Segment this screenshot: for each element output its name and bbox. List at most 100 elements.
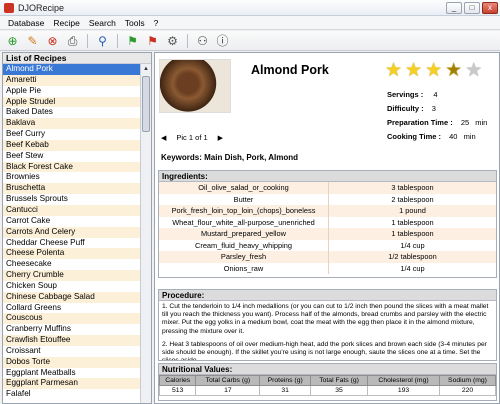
recipe-list-item[interactable]: Brownies: [3, 172, 141, 183]
delete-recipe-button[interactable]: ⊗: [44, 33, 61, 49]
recipe-list-item[interactable]: Cherry Crumble: [3, 270, 141, 281]
window-controls: _ □ x: [446, 2, 498, 14]
nutrition-value: 17: [195, 385, 261, 396]
scroll-up-icon[interactable]: ▲: [141, 64, 151, 74]
nutrition-value: 220: [438, 385, 496, 396]
nutrition-header: Nutritional Values:: [159, 364, 496, 375]
star-icon[interactable]: ★: [465, 61, 482, 81]
next-picture-icon[interactable]: ▶: [218, 134, 223, 142]
nutrition-value: 193: [367, 385, 440, 396]
recipe-list-scrollbar[interactable]: ▲: [140, 64, 151, 403]
add-category-button[interactable]: ⚑: [124, 33, 141, 49]
recipe-list-item[interactable]: Apple Pie: [3, 86, 141, 97]
cook-time-value: 40: [449, 132, 458, 141]
nutrition-value: 31: [259, 385, 312, 396]
recipe-list-item[interactable]: Amaretti: [3, 74, 141, 86]
recipe-list-item[interactable]: Falafel: [3, 389, 141, 400]
recipe-list-item[interactable]: Chicken Soup: [3, 281, 141, 292]
star-icon[interactable]: ★: [405, 61, 422, 81]
recipe-list-item[interactable]: Baked Dates: [3, 107, 141, 118]
recipe-list-item[interactable]: Cheesecake: [3, 259, 141, 270]
recipe-list-item[interactable]: Croissant: [3, 346, 141, 357]
maximize-button[interactable]: □: [464, 2, 480, 14]
category-settings-icon: ⚙: [167, 33, 178, 48]
star-icon[interactable]: ★: [385, 61, 402, 81]
menu-recipe[interactable]: Recipe: [53, 18, 79, 28]
toolbar: ⊕ ✎ ⊗ ⎙ ⚲ ⚑ ⚑ ⚙ ⚇ ⓘ: [0, 31, 500, 51]
recipe-list-item[interactable]: Chinese Cabbage Salad: [3, 291, 141, 303]
recipe-list-item[interactable]: Cheddar Cheese Puff: [3, 238, 141, 249]
ingredient-quantity: 1/2 tablespoon: [388, 252, 437, 261]
recipe-list-item[interactable]: Couscous: [3, 313, 141, 325]
ingredient-name: Butter: [159, 193, 329, 205]
ingredient-quantity: 2 tablespoon: [391, 194, 434, 204]
recipe-list-item[interactable]: Collard Greens: [3, 303, 141, 314]
servings-value: 4: [433, 90, 438, 99]
ingredient-name: Wheat_flour_white_all-purpose_unenriched: [159, 216, 329, 228]
users-button[interactable]: ⚇: [194, 33, 211, 49]
cook-time-unit: min: [463, 132, 476, 141]
remove-category-button[interactable]: ⚑: [144, 33, 161, 49]
scroll-thumb[interactable]: [142, 76, 150, 132]
recipe-list-item[interactable]: Eggplant Meatballs: [3, 368, 141, 379]
menu-database[interactable]: Database: [8, 18, 44, 28]
recipe-list-item[interactable]: Eggplant Parmesan: [3, 378, 141, 390]
recipe-list-item[interactable]: Beef Kebab: [3, 139, 141, 151]
category-settings-button[interactable]: ⚙: [164, 33, 181, 49]
close-button[interactable]: x: [482, 2, 498, 14]
search-button[interactable]: ⚲: [94, 33, 111, 49]
menu-help[interactable]: ?: [154, 18, 159, 28]
menu-tools[interactable]: Tools: [125, 18, 145, 28]
recipe-list-item[interactable]: Bruschetta: [3, 183, 141, 195]
procedure-header: Procedure:: [159, 290, 496, 301]
ingredient-quantity: 1 tablespoon: [391, 217, 434, 227]
recipe-list-item[interactable]: Apple Strudel: [3, 96, 141, 108]
recipe-list-item[interactable]: Black Forest Cake: [3, 161, 141, 173]
ingredient-name: Oil_olive_salad_or_cooking: [159, 182, 329, 194]
star-icon[interactable]: ★: [445, 61, 462, 81]
remove-category-icon: ⚑: [147, 33, 158, 48]
procedure-text: 1. Cut the tenderloin to 1/4 inch medall…: [159, 301, 496, 361]
servings-label: Servings :: [387, 90, 424, 99]
edit-recipe-button[interactable]: ✎: [24, 33, 41, 49]
recipe-list-item[interactable]: Carrots And Celery: [3, 226, 141, 238]
procedure-step: 1. Cut the tenderloin to 1/4 inch medall…: [162, 303, 489, 335]
difficulty-value: 3: [431, 104, 436, 113]
recipe-list-item[interactable]: Crawfish Etouffee: [3, 335, 141, 346]
print-button[interactable]: ⎙: [64, 33, 81, 49]
recipe-list-item[interactable]: Carrot Cake: [3, 216, 141, 227]
window-title: DJORecipe: [18, 2, 65, 13]
procedure-step: 2. Heat 3 tablespoons of oil over medium…: [162, 340, 487, 361]
add-category-icon: ⚑: [127, 33, 138, 48]
ingredient-quantity: 1/4 cup: [400, 240, 425, 250]
recipe-list-item[interactable]: Brussels Sprouts: [3, 194, 141, 205]
recipe-list-item[interactable]: Cantucci: [3, 204, 141, 216]
recipe-list-item[interactable]: Beef Curry: [3, 129, 141, 140]
users-icon: ⚇: [197, 33, 208, 48]
recipe-list-item[interactable]: Baklava: [3, 118, 141, 130]
ingredient-row: Butter 2 tablespoon: [159, 193, 496, 205]
recipe-list-item[interactable]: Dobos Torte: [3, 356, 141, 368]
toolbar-separator: [117, 33, 118, 48]
recipe-list-item[interactable]: Cheese Polenta: [3, 248, 141, 260]
recipe-list-item[interactable]: Cranberry Muffins: [3, 324, 141, 335]
info-button[interactable]: ⓘ: [214, 33, 231, 49]
search-icon: ⚲: [98, 33, 107, 48]
toolbar-separator: [87, 33, 88, 48]
star-icon[interactable]: ★: [425, 61, 442, 81]
info-icon: ⓘ: [216, 33, 229, 48]
ingredient-quantity: 1 pound: [399, 206, 426, 215]
ingredient-quantity: 1 tablespoon: [391, 229, 434, 238]
minimize-button[interactable]: _: [446, 2, 462, 14]
recipe-list: Almond Pork Amaretti Apple Pie Apple Strude…: [3, 64, 141, 400]
recipe-list-header: List of Recipes: [3, 53, 151, 64]
ingredient-row: Pork_fresh_loin_top_loin_(chops)_boneles…: [159, 205, 496, 217]
add-recipe-button[interactable]: ⊕: [4, 33, 21, 49]
menu-search[interactable]: Search: [89, 18, 116, 28]
recipe-photo: [159, 59, 231, 113]
add-recipe-icon: ⊕: [7, 33, 18, 48]
prev-picture-icon[interactable]: ◀: [161, 134, 166, 142]
recipe-list-item[interactable]: Beef Stew: [3, 151, 141, 162]
recipe-list-item[interactable]: Almond Pork: [3, 64, 141, 75]
recipe-title: Almond Pork: [251, 63, 329, 77]
